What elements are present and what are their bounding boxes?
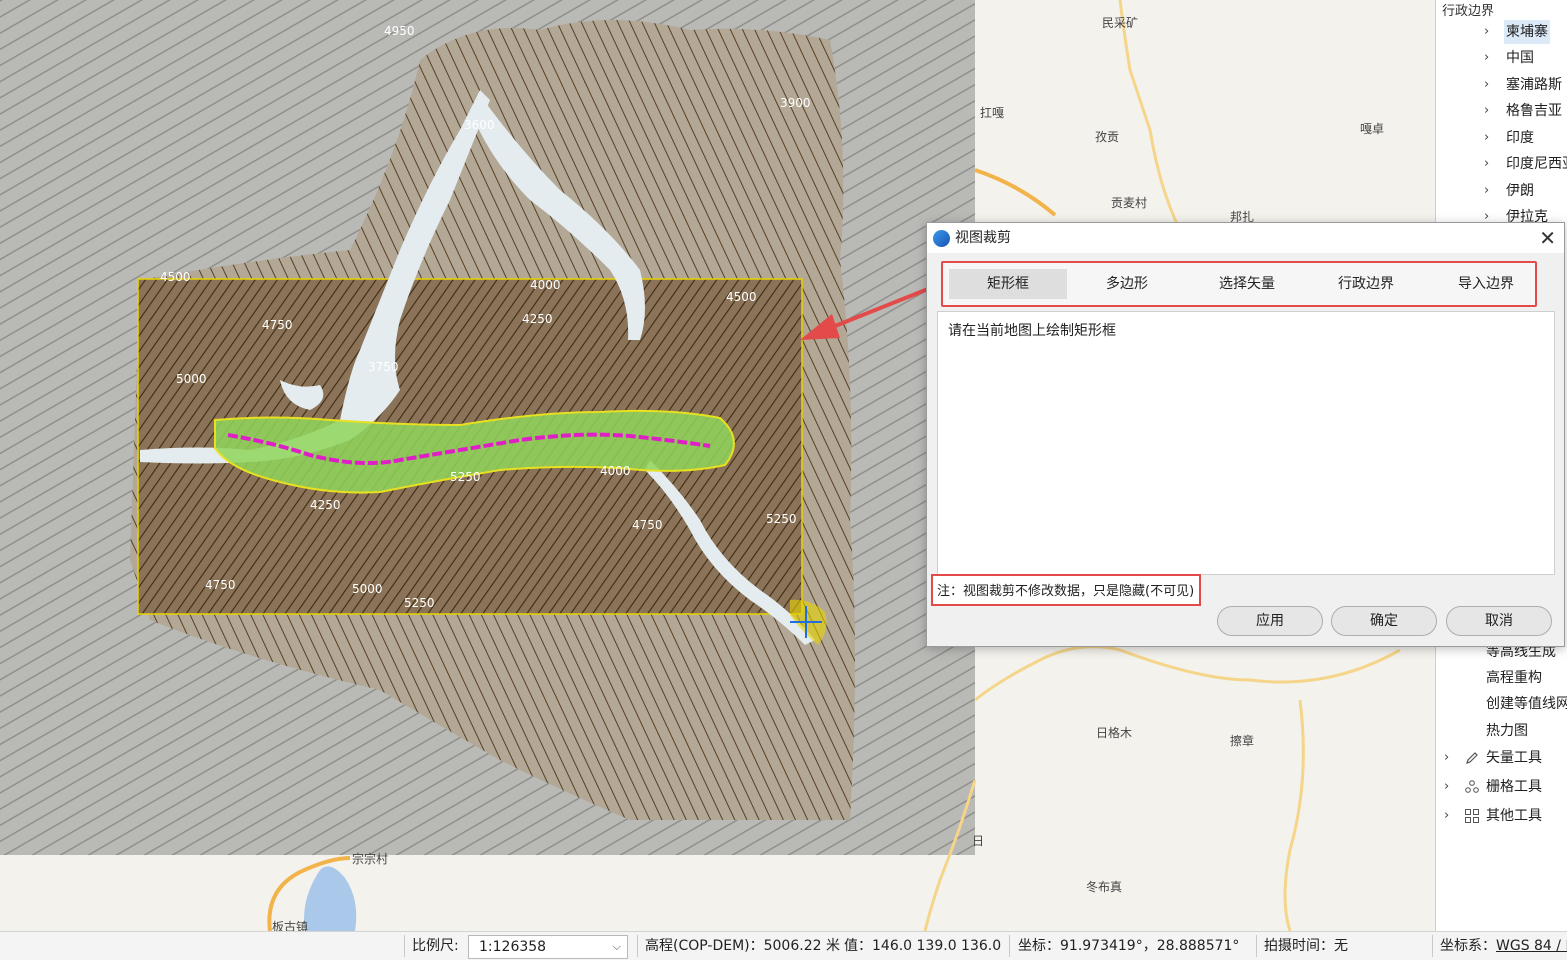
apps-icon <box>1465 809 1479 823</box>
place-label: 民采矿 <box>1102 16 1139 30</box>
contour-label: 5250 <box>450 470 481 484</box>
tool-group-other[interactable]: › 其他工具 <box>1436 804 1567 828</box>
clip-mode-tabs: 矩形框 多边形 选择矢量 行政边界 导入边界 <box>941 261 1537 307</box>
chevron-right-icon: › <box>1484 130 1490 145</box>
view-clip-dialog: 视图裁剪 ✕ 矩形框 多边形 选择矢量 行政边界 导入边界 请在当前地图上绘制矩… <box>926 222 1565 647</box>
chevron-right-icon: › <box>1444 779 1450 794</box>
chevron-right-icon: › <box>1484 24 1490 39</box>
place-label: 冬布真 <box>1086 880 1123 894</box>
panel-header: 行政边界 <box>1442 4 1495 19</box>
contour-label: 5250 <box>766 512 797 526</box>
tree-item-country[interactable]: › 印度 <box>1436 126 1567 150</box>
tool-item[interactable]: 创建等值线网 <box>1436 692 1567 716</box>
contour-label: 4750 <box>205 578 236 592</box>
grid-nodes-icon <box>1465 780 1479 793</box>
place-label: 擦章 <box>1230 734 1255 748</box>
tree-item-country[interactable]: › 格鲁吉亚 <box>1436 99 1567 123</box>
contour-label: 4500 <box>726 290 757 304</box>
capture-time: 拍摄时间：无 <box>1264 938 1348 954</box>
status-separator <box>404 935 405 957</box>
chevron-right-icon: › <box>1484 156 1490 171</box>
contour-label: 4250 <box>310 498 341 512</box>
chevron-right-icon: › <box>1484 103 1490 118</box>
close-icon[interactable]: ✕ <box>1539 223 1556 253</box>
app-logo-icon <box>933 230 950 247</box>
ok-button[interactable]: 确定 <box>1331 606 1437 636</box>
dialog-title-bar[interactable]: 视图裁剪 ✕ <box>927 223 1564 253</box>
chevron-right-icon: › <box>1444 808 1450 823</box>
dialog-title: 视图裁剪 <box>955 230 1011 246</box>
status-bar: 比例尺: 1:126358 ⌵ 高程(COP-DEM)：5006.22 米 值：… <box>0 931 1567 960</box>
chevron-right-icon: › <box>1484 183 1490 198</box>
instruction-text: 请在当前地图上绘制矩形框 <box>948 323 1116 339</box>
contour-label: 5000 <box>352 582 383 596</box>
cancel-button[interactable]: 取消 <box>1446 606 1552 636</box>
tab-import-boundary[interactable]: 导入边界 <box>1427 269 1545 299</box>
instruction-panel: 请在当前地图上绘制矩形框 <box>937 311 1555 575</box>
contour-label: 4950 <box>384 24 415 38</box>
contour-label: 4000 <box>530 278 561 292</box>
tab-select-vector[interactable]: 选择矢量 <box>1188 269 1306 299</box>
scale-value: 1:126358 <box>479 939 547 955</box>
tool-group-raster[interactable]: › 栅格工具 <box>1436 775 1567 799</box>
apply-button[interactable]: 应用 <box>1217 606 1323 636</box>
scale-label: 比例尺: <box>412 938 459 954</box>
status-separator <box>1009 935 1010 957</box>
contour-label: 4250 <box>522 312 553 326</box>
place-label: 嘎卓 <box>1360 122 1385 136</box>
contour-label: 5250 <box>404 596 435 610</box>
elevation-readout: 高程(COP-DEM)：5006.22 米 <box>645 938 840 954</box>
pencil-icon <box>1466 752 1478 764</box>
place-label: 孜贡 <box>1095 130 1120 144</box>
tree-item-country[interactable]: › 伊朗 <box>1436 179 1567 203</box>
crs-label: 坐标系： <box>1440 938 1496 954</box>
place-label: 日格木 <box>1096 726 1133 740</box>
contour-label: 4000 <box>600 464 631 478</box>
tool-item[interactable]: 高程重构 <box>1436 666 1567 690</box>
tab-admin-boundary[interactable]: 行政边界 <box>1307 269 1425 299</box>
status-separator <box>1256 935 1257 957</box>
tool-item[interactable]: 热力图 <box>1436 719 1567 743</box>
contour-label: 3600 <box>464 118 495 132</box>
tree-item-country[interactable]: › 柬埔寨 <box>1436 20 1567 44</box>
contour-label: 4500 <box>160 270 191 284</box>
place-label: 板古镇 <box>272 920 309 931</box>
coordinate-readout: 坐标：91.973419°，28.888571° <box>1018 938 1240 954</box>
place-label: 贡麦村 <box>1111 196 1148 210</box>
contour-label: 3750 <box>368 360 399 374</box>
place-label: 宗宗村 <box>352 852 389 866</box>
tab-polygon[interactable]: 多边形 <box>1068 269 1186 299</box>
tree-item-country[interactable]: › 中国 <box>1436 46 1567 70</box>
status-separator <box>1432 935 1433 957</box>
chevron-right-icon: › <box>1484 77 1490 92</box>
contour-label: 4750 <box>632 518 663 532</box>
tree-item-country[interactable]: ›印度尼西亚 <box>1436 152 1567 176</box>
chevron-right-icon: › <box>1484 50 1490 65</box>
place-label: 日 <box>972 834 985 848</box>
pixel-value-readout: 值：146.0 139.0 136.0 <box>844 938 1002 954</box>
place-label: 扛嘎 <box>980 106 1005 120</box>
tab-rectangle[interactable]: 矩形框 <box>949 269 1067 299</box>
chevron-right-icon: › <box>1444 750 1450 765</box>
contour-label: 5000 <box>176 372 207 386</box>
status-separator <box>637 935 638 957</box>
crs-link[interactable]: WGS 84 / P <box>1496 932 1567 960</box>
chevron-down-icon: ⌵ <box>612 940 621 953</box>
tool-group-vector[interactable]: › 矢量工具 <box>1436 746 1567 770</box>
contour-label: 3900 <box>780 96 811 110</box>
contour-label: 4750 <box>262 318 293 332</box>
tree-item-country[interactable]: › 塞浦路斯 <box>1436 73 1567 97</box>
scale-select[interactable]: 1:126358 ⌵ <box>468 935 628 959</box>
note-text: 注：视图裁剪不修改数据，只是隐藏(不可见) <box>931 574 1201 606</box>
